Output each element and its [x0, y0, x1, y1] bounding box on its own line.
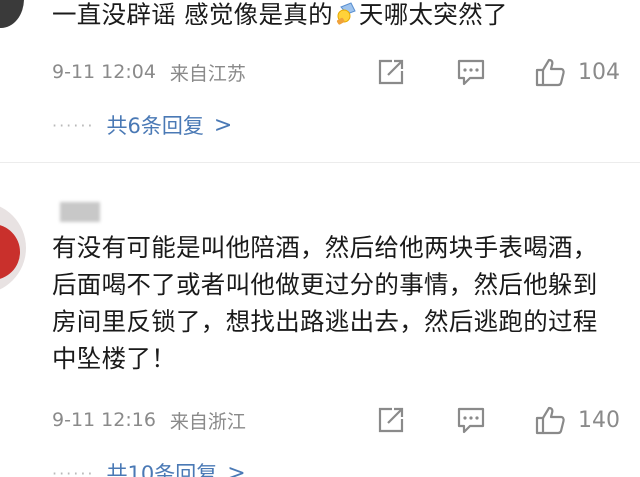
username-redaction — [60, 202, 100, 222]
avatar[interactable] — [0, 202, 26, 294]
comment-location: 来自浙江 — [169, 410, 246, 433]
comment-time: 9-11 12:04 — [52, 61, 156, 83]
lightbulb-emoji-icon — [336, 2, 356, 25]
comment-icon[interactable] — [456, 57, 486, 87]
comment-icon[interactable] — [456, 405, 486, 435]
thumbs-up-icon[interactable] — [534, 404, 566, 436]
chevron-right-icon: > — [213, 112, 233, 138]
comment-location: 来自江苏 — [169, 62, 246, 85]
avatar[interactable] — [0, 0, 24, 28]
comment-text-part: 天哪太突然了 — [358, 0, 508, 29]
share-icon[interactable] — [376, 57, 406, 87]
comment-item: 一直没辟谣 感觉像是真的 天哪太突然了 9-11 12:04 来自江苏 104 … — [0, 0, 640, 165]
view-replies-link[interactable]: ······ 共10条回复 > — [52, 458, 246, 477]
comment-time: 9-11 12:16 — [52, 409, 156, 431]
replies-label: 共10条回复 — [106, 462, 218, 477]
dots-decoration: ······ — [52, 463, 95, 477]
view-replies-link[interactable]: ······ 共6条回复 > — [52, 110, 232, 140]
like-count: 140 — [578, 407, 620, 433]
comment-actions: 104 — [376, 56, 622, 88]
like-count: 104 — [578, 59, 620, 85]
comment-actions: 140 — [376, 404, 622, 436]
dots-decoration: ······ — [52, 115, 95, 135]
comment-item: 有没有可能是叫他陪酒，然后给他两块手表喝酒，后面喝不了或者叫他做更过分的事情，然… — [0, 178, 640, 477]
comment-text: 一直没辟谣 感觉像是真的 天哪太突然了 — [52, 0, 622, 33]
comment-meta: 9-11 12:04 来自江苏 104 — [52, 54, 622, 90]
comment-divider — [0, 162, 640, 163]
replies-label: 共6条回复 — [106, 114, 204, 138]
chevron-right-icon: > — [227, 460, 246, 477]
comment-meta: 9-11 12:16 来自浙江 140 — [52, 402, 622, 438]
share-icon[interactable] — [376, 405, 406, 435]
comment-text: 有没有可能是叫他陪酒，然后给他两块手表喝酒，后面喝不了或者叫他做更过分的事情，然… — [52, 233, 598, 373]
thumbs-up-icon[interactable] — [534, 56, 566, 88]
comment-text-part: 一直没辟谣 感觉像是真的 — [52, 0, 333, 29]
comment-screen: 一直没辟谣 感觉像是真的 天哪太突然了 9-11 12:04 来自江苏 104 … — [0, 0, 640, 477]
